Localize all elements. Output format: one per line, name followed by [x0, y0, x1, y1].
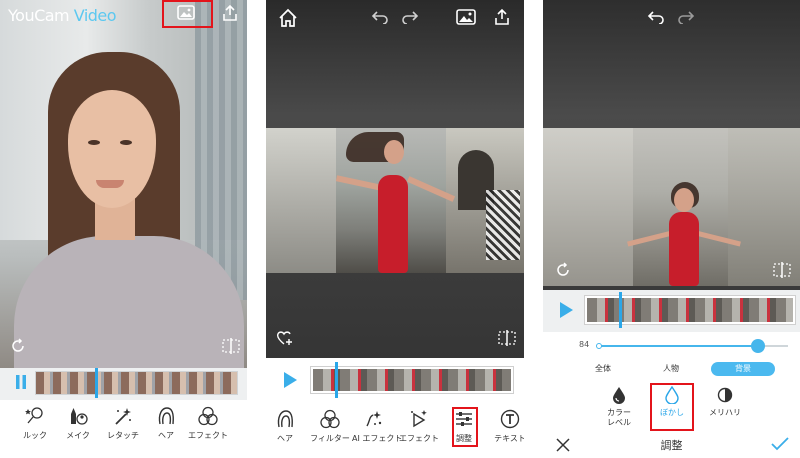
- subject-dress: [669, 212, 699, 286]
- timeline-frame-strip[interactable]: [35, 371, 238, 395]
- slider-value: 84: [579, 340, 590, 349]
- subject-eye-left: [88, 140, 100, 145]
- scene-graffiti: [486, 190, 520, 260]
- option-color-level-label: カラー レベル: [607, 408, 631, 427]
- tool-ai-effect-label: AI エフェクト: [352, 434, 403, 443]
- compare-icon[interactable]: [498, 330, 516, 346]
- favorite-add-icon[interactable]: [276, 330, 294, 346]
- hair-icon: [156, 406, 176, 426]
- segment-all[interactable]: 全体: [581, 362, 625, 376]
- option-contrast[interactable]: メリハリ: [701, 386, 749, 432]
- tool-retouch-label: レタッチ: [107, 431, 139, 440]
- subject-head: [674, 188, 694, 212]
- subject-eye-right: [120, 140, 132, 145]
- subject-mouth: [96, 180, 124, 188]
- tool-hair[interactable]: ヘア: [266, 409, 307, 449]
- timeline-playhead[interactable]: [619, 292, 622, 328]
- text-icon: [500, 409, 520, 429]
- option-contrast-label: メリハリ: [709, 408, 741, 417]
- retouch-icon: [113, 406, 133, 426]
- tool-hair-label: ヘア: [158, 431, 174, 440]
- color-level-icon: [611, 386, 627, 404]
- tool-retouch[interactable]: レタッチ: [101, 406, 145, 446]
- phone-screen-adjust: 84 全体 人物 背景 カラー レベル ぼかし メリハリ 調整: [543, 0, 800, 458]
- logo-text-video: Video: [73, 6, 117, 25]
- tool-effect[interactable]: エフェクト: [186, 406, 230, 446]
- subject-dress: [378, 175, 408, 273]
- pause-icon[interactable]: [14, 374, 28, 390]
- tool-effect-label: エフェクト: [188, 431, 228, 440]
- refresh-icon[interactable]: [10, 338, 26, 354]
- timeline-frame-strip[interactable]: [310, 366, 514, 394]
- tool-makeup[interactable]: メイク: [56, 406, 100, 446]
- app-logo: YouCam Video: [8, 6, 117, 25]
- timeline-playhead[interactable]: [95, 368, 98, 398]
- gallery-icon[interactable]: [456, 9, 476, 25]
- compare-icon[interactable]: [773, 262, 791, 278]
- undo-icon[interactable]: [371, 10, 389, 24]
- refresh-icon[interactable]: [555, 262, 571, 278]
- timeline-playhead[interactable]: [335, 362, 338, 398]
- highlight-adjust-button: [452, 407, 478, 447]
- phone-screen-editor: ヘア フィルター AI エフェクト エフェクト 調整 テキスト: [266, 0, 524, 458]
- makeup-icon: [68, 406, 88, 426]
- tool-effect-label: エフェクト: [399, 434, 439, 443]
- play-icon[interactable]: [282, 371, 298, 389]
- segment-background[interactable]: 背景: [711, 362, 775, 376]
- ai-effect-icon: [364, 409, 384, 429]
- segment-person[interactable]: 人物: [649, 362, 693, 376]
- tool-hair[interactable]: ヘア: [144, 406, 188, 446]
- tool-filter-label: フィルター: [310, 434, 350, 443]
- tool-ai-effect[interactable]: AI エフェクト: [352, 409, 403, 449]
- intensity-slider-start: [596, 343, 602, 349]
- undo-icon[interactable]: [647, 10, 665, 24]
- tool-filter[interactable]: フィルター: [308, 409, 352, 449]
- tool-effect[interactable]: エフェクト: [397, 409, 441, 449]
- tool-text-label: テキスト: [494, 434, 524, 443]
- intensity-slider-knob[interactable]: [750, 339, 765, 353]
- tool-hair-label: ヘア: [277, 434, 293, 443]
- look-icon: [25, 406, 45, 426]
- highlight-gallery-button: [162, 0, 213, 28]
- redo-icon[interactable]: [401, 10, 419, 24]
- hair-icon: [275, 409, 295, 429]
- option-color-level[interactable]: カラー レベル: [595, 386, 643, 432]
- screenshot-stage: YouCam Video ルック メイク レタッチ ヘア エフェクト ヘア フィ…: [0, 0, 800, 458]
- confirm-check-icon[interactable]: [771, 437, 789, 451]
- panel-title: 調整: [660, 439, 683, 452]
- effect-icon: [198, 406, 218, 426]
- intensity-slider-fill: [598, 345, 758, 347]
- share-icon[interactable]: [222, 4, 238, 22]
- filter-icon: [320, 409, 340, 429]
- highlight-blur-option: [650, 383, 694, 431]
- tool-text[interactable]: テキスト: [488, 409, 524, 449]
- home-icon[interactable]: [278, 8, 298, 28]
- logo-text-youcam: YouCam: [8, 6, 70, 25]
- phone-screen-camera: YouCam Video ルック メイク レタッチ ヘア エフェクト: [0, 0, 247, 458]
- redo-icon[interactable]: [677, 10, 695, 24]
- effect-icon: [409, 409, 429, 429]
- scene-building-left: [266, 128, 336, 273]
- timeline-frame-strip[interactable]: [584, 295, 796, 325]
- share-icon[interactable]: [494, 8, 510, 26]
- subject-head: [384, 140, 404, 164]
- tool-makeup-label: メイク: [66, 431, 90, 440]
- contrast-icon: [717, 386, 733, 404]
- play-icon[interactable]: [558, 301, 574, 319]
- subject-sweater: [14, 236, 244, 376]
- compare-icon[interactable]: [222, 338, 240, 354]
- tool-look[interactable]: ルック: [13, 406, 57, 446]
- tool-look-label: ルック: [23, 431, 47, 440]
